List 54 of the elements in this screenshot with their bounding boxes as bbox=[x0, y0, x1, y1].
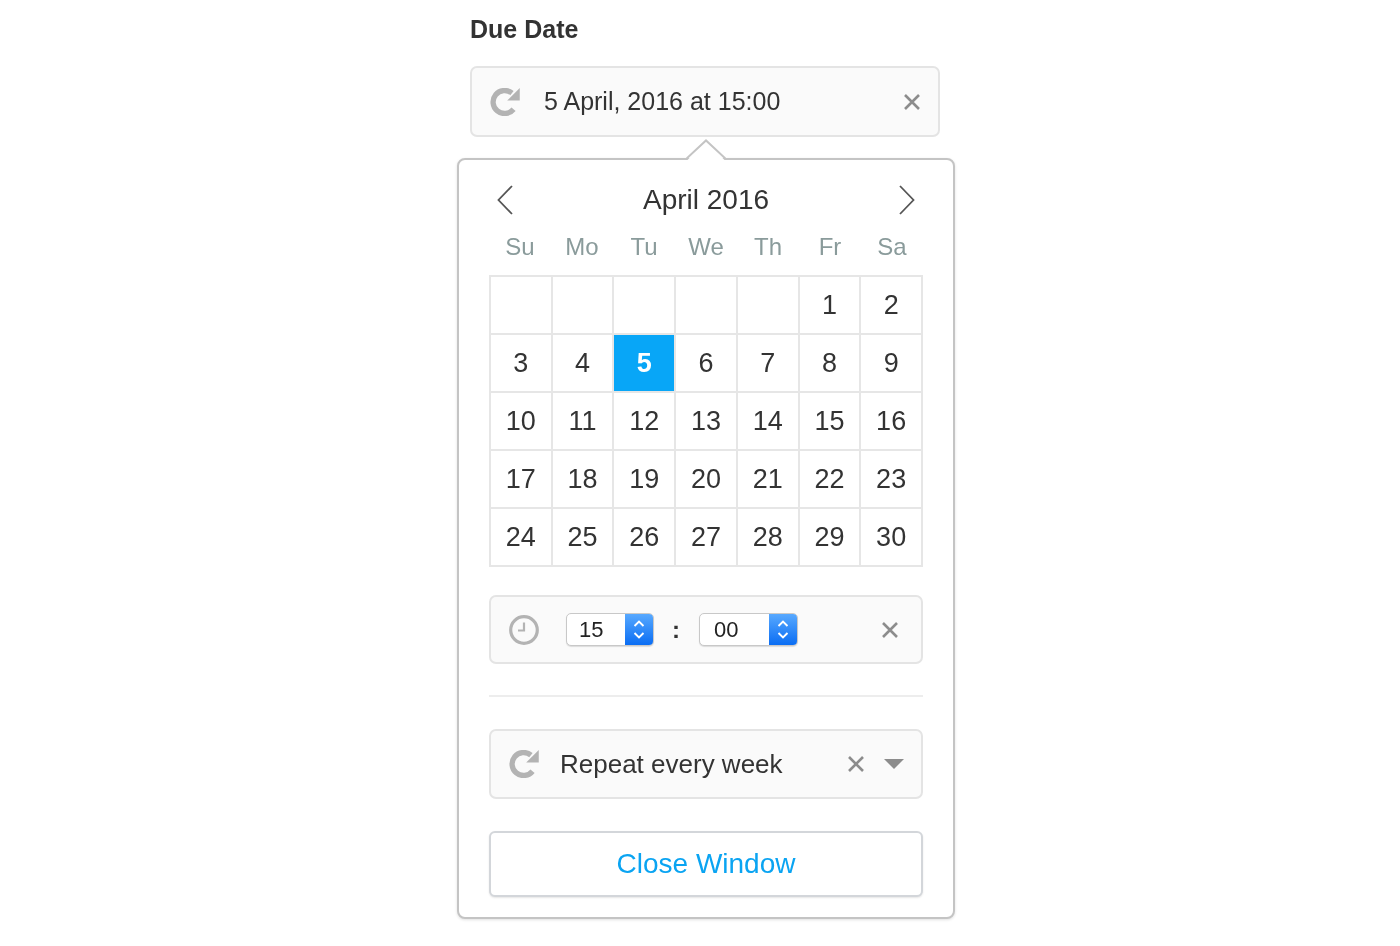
day-cell[interactable]: 7 bbox=[737, 335, 798, 391]
weekday-label: We bbox=[687, 232, 725, 262]
weekday-label: Mo bbox=[564, 232, 600, 262]
time-separator: : bbox=[672, 614, 680, 645]
day-cell[interactable]: 22 bbox=[799, 451, 860, 507]
day-cell[interactable]: 3 bbox=[491, 335, 551, 391]
refresh-icon bbox=[509, 750, 539, 778]
weekday-label: Fr bbox=[817, 232, 843, 262]
day-cell[interactable]: 12 bbox=[614, 393, 675, 449]
day-cell[interactable]: 24 bbox=[491, 509, 551, 565]
day-cell[interactable]: 9 bbox=[861, 335, 921, 391]
day-cell[interactable]: 25 bbox=[552, 509, 613, 565]
day-cell[interactable]: 18 bbox=[552, 451, 613, 507]
day-cell[interactable]: 4 bbox=[552, 335, 613, 391]
day-cell[interactable]: 16 bbox=[861, 393, 921, 449]
stepper-icon[interactable] bbox=[625, 614, 653, 645]
weekday-label: Th bbox=[753, 232, 783, 262]
day-cell[interactable]: 13 bbox=[676, 393, 736, 449]
date-field[interactable]: 5 April, 2016 at 15:00 bbox=[470, 66, 940, 137]
day-cell[interactable]: 2 bbox=[861, 277, 921, 333]
month-title: April 2016 bbox=[642, 184, 770, 216]
chevron-right-icon[interactable] bbox=[899, 185, 915, 215]
day-cell[interactable]: 26 bbox=[614, 509, 675, 565]
repeat-select[interactable]: Repeat every week bbox=[489, 729, 923, 799]
hour-select[interactable]: 15 bbox=[566, 613, 654, 646]
day-cell[interactable]: 17 bbox=[491, 451, 551, 507]
day-cell[interactable]: 14 bbox=[737, 393, 798, 449]
day-cell[interactable]: 30 bbox=[861, 509, 921, 565]
close-icon[interactable] bbox=[881, 620, 899, 639]
weekday-label: Tu bbox=[629, 232, 659, 262]
field-label: Due Date bbox=[470, 15, 580, 43]
day-cell[interactable]: 29 bbox=[799, 509, 860, 565]
day-cell[interactable]: 6 bbox=[676, 335, 736, 391]
close-icon[interactable] bbox=[847, 755, 865, 773]
day-cell[interactable]: 20 bbox=[676, 451, 736, 507]
minute-select[interactable]: 00 bbox=[699, 613, 798, 646]
day-cell[interactable]: 21 bbox=[737, 451, 798, 507]
stepper-icon[interactable] bbox=[769, 614, 797, 645]
day-cell[interactable]: 23 bbox=[861, 451, 921, 507]
caret-down-icon[interactable] bbox=[884, 759, 904, 769]
weekday-label: Sa bbox=[876, 232, 908, 262]
clock-icon bbox=[509, 614, 539, 645]
weekday-label: Su bbox=[504, 232, 536, 262]
day-cell[interactable]: 19 bbox=[614, 451, 675, 507]
day-cell[interactable]: 27 bbox=[676, 509, 736, 565]
day-cell[interactable]: 10 bbox=[491, 393, 551, 449]
day-cell[interactable]: 28 bbox=[737, 509, 798, 565]
day-cell[interactable]: 15 bbox=[799, 393, 860, 449]
day-cell[interactable]: 11 bbox=[552, 393, 613, 449]
chevron-left-icon[interactable] bbox=[497, 185, 513, 215]
close-icon[interactable] bbox=[903, 92, 921, 111]
day-cell[interactable]: 8 bbox=[799, 335, 860, 391]
day-cell[interactable]: 1 bbox=[799, 277, 860, 333]
refresh-icon bbox=[490, 87, 520, 116]
